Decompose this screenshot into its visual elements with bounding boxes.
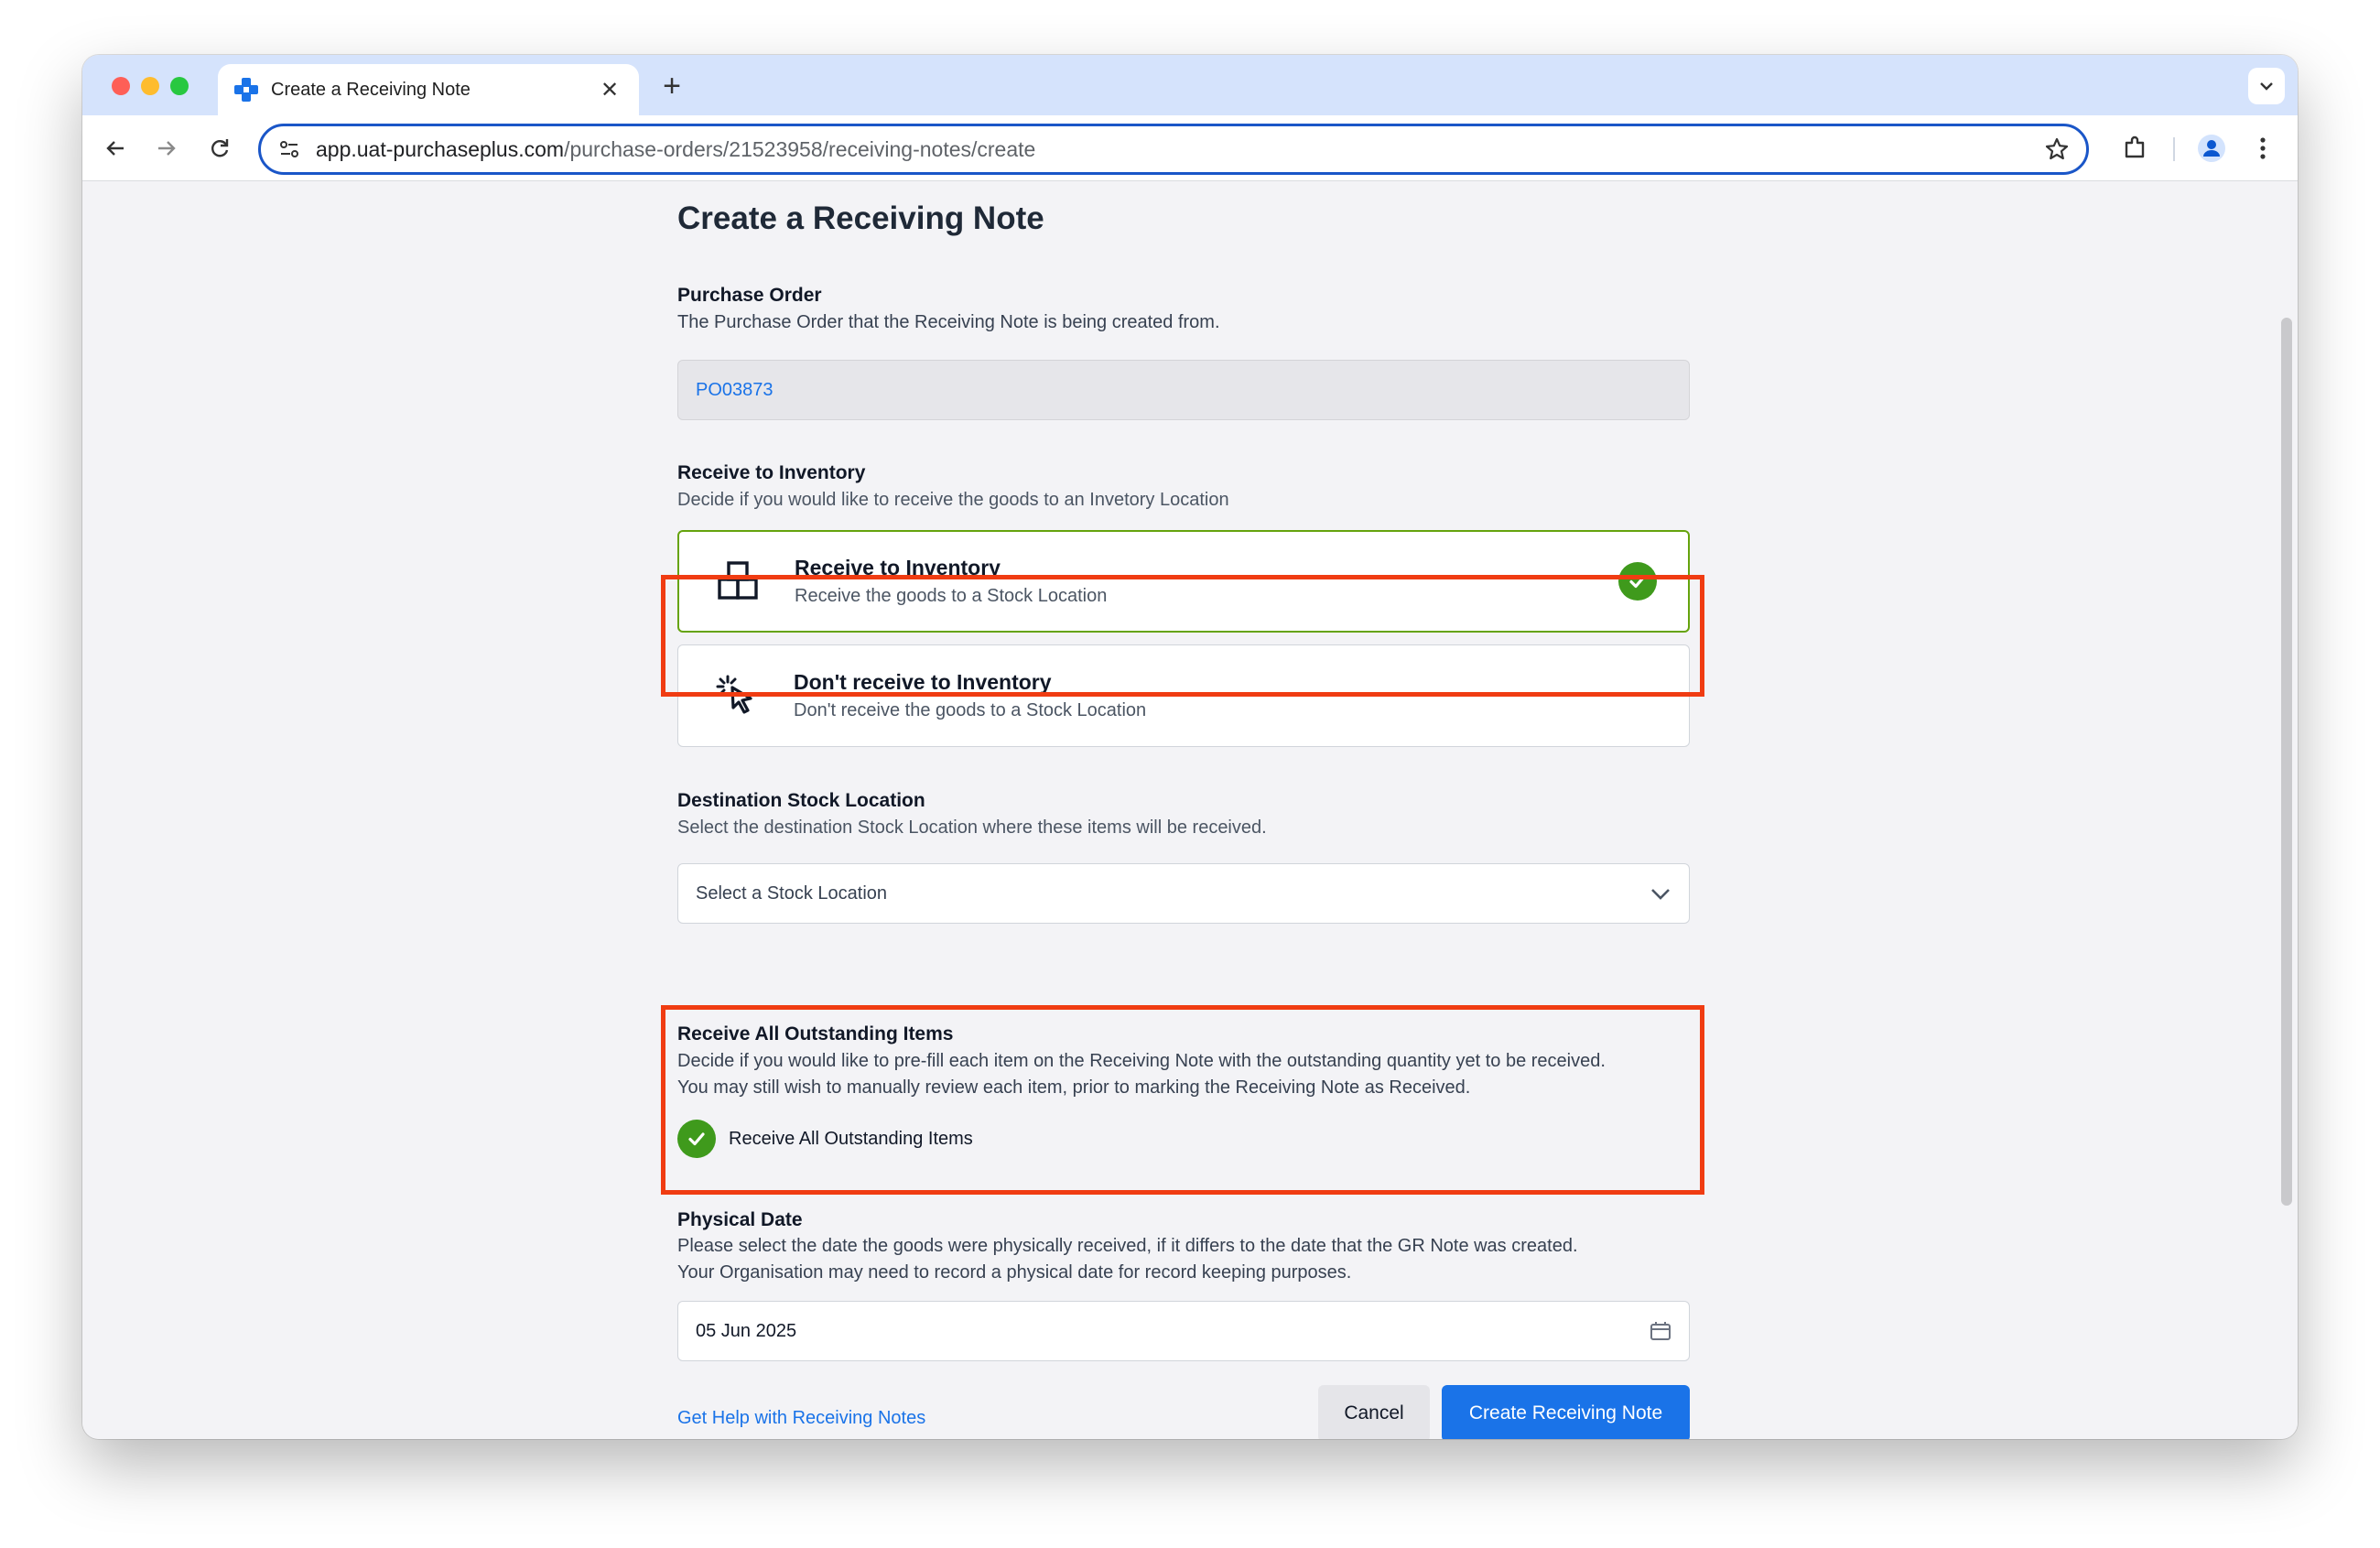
- browser-tab[interactable]: Create a Receiving Note ✕: [218, 64, 639, 115]
- help-link[interactable]: Get Help with Receiving Notes: [677, 1408, 925, 1429]
- physical-date-description-line1: Please select the date the goods were ph…: [677, 1236, 1578, 1256]
- address-bar[interactable]: app.uat-purchaseplus.com/purchase-orders…: [258, 124, 2089, 175]
- url-host: app.uat-purchaseplus.com: [316, 136, 565, 161]
- physical-date-value: 05 Jun 2025: [696, 1320, 797, 1341]
- profile-avatar-icon: [2198, 135, 2225, 162]
- scrollbar[interactable]: [2281, 318, 2292, 1206]
- option-subtitle: Don't receive the goods to a Stock Locat…: [794, 700, 1147, 720]
- browser-menu-button[interactable]: [2245, 130, 2281, 167]
- calendar-icon[interactable]: [1650, 1320, 1671, 1342]
- arrow-right-icon: [158, 141, 176, 156]
- tab-title: Create a Receiving Note: [271, 79, 471, 100]
- purchase-order-label: Purchase Order: [677, 285, 822, 306]
- create-receiving-note-button[interactable]: Create Receiving Note: [1442, 1385, 1690, 1439]
- physical-date-input[interactable]: 05 Jun 2025: [677, 1301, 1690, 1361]
- browser-toolbar: app.uat-purchaseplus.com/purchase-orders…: [82, 115, 2298, 181]
- tab-search-button[interactable]: [2248, 68, 2285, 104]
- browser-window: Create a Receiving Note ✕ + app.uat-purc…: [82, 55, 2298, 1439]
- maximize-window-button[interactable]: [170, 77, 189, 95]
- tab-close-icon[interactable]: ✕: [597, 77, 622, 103]
- stock-location-select[interactable]: Select a Stock Location: [677, 863, 1690, 924]
- purchase-order-link[interactable]: PO03873: [696, 380, 774, 401]
- close-window-button[interactable]: [112, 77, 130, 95]
- url-text[interactable]: app.uat-purchaseplus.com/purchase-orders…: [316, 137, 2044, 162]
- minimize-window-button[interactable]: [141, 77, 159, 95]
- receive-to-inventory-label: Receive to Inventory: [677, 462, 866, 483]
- purchaseplus-favicon-icon: [234, 78, 258, 102]
- page-title: Create a Receiving Note: [677, 200, 1044, 236]
- site-settings-icon[interactable]: [277, 137, 301, 161]
- profile-button[interactable]: [2193, 130, 2230, 167]
- kebab-menu-icon: [2260, 137, 2266, 159]
- receive-to-inventory-description: Decide if you would like to receive the …: [677, 490, 1229, 510]
- stock-location-placeholder: Select a Stock Location: [696, 882, 888, 904]
- extensions-button[interactable]: [2116, 130, 2153, 167]
- purchase-order-description: The Purchase Order that the Receiving No…: [677, 312, 1220, 332]
- destination-stock-location-description: Select the destination Stock Location wh…: [677, 817, 1267, 838]
- annotation-highlight-box: [661, 1005, 1704, 1195]
- toolbar-divider: [2173, 137, 2175, 161]
- new-tab-button[interactable]: +: [654, 66, 690, 106]
- forward-button[interactable]: [148, 130, 185, 167]
- back-button[interactable]: [97, 130, 134, 167]
- cancel-button[interactable]: Cancel: [1318, 1385, 1430, 1439]
- destination-stock-location-label: Destination Stock Location: [677, 790, 925, 811]
- chevron-down-icon: [1651, 889, 1670, 900]
- chevron-down-icon: [2260, 82, 2273, 91]
- annotation-highlight-box: [661, 575, 1704, 697]
- bookmark-star-icon[interactable]: [2044, 136, 2070, 162]
- purchase-order-field: PO03873: [677, 360, 1690, 420]
- physical-date-label: Physical Date: [677, 1209, 803, 1230]
- page-content: Create a Receiving Note Purchase Order T…: [82, 182, 2298, 1439]
- url-path: /purchase-orders/21523958/receiving-note…: [564, 136, 1036, 161]
- puzzle-icon: [2125, 135, 2145, 158]
- reload-button[interactable]: [201, 130, 238, 167]
- arrow-left-icon: [106, 141, 124, 156]
- reload-icon: [211, 139, 229, 157]
- tab-strip: Create a Receiving Note ✕ +: [82, 55, 2298, 115]
- physical-date-description-line2: Your Organisation may need to record a p…: [677, 1262, 1352, 1283]
